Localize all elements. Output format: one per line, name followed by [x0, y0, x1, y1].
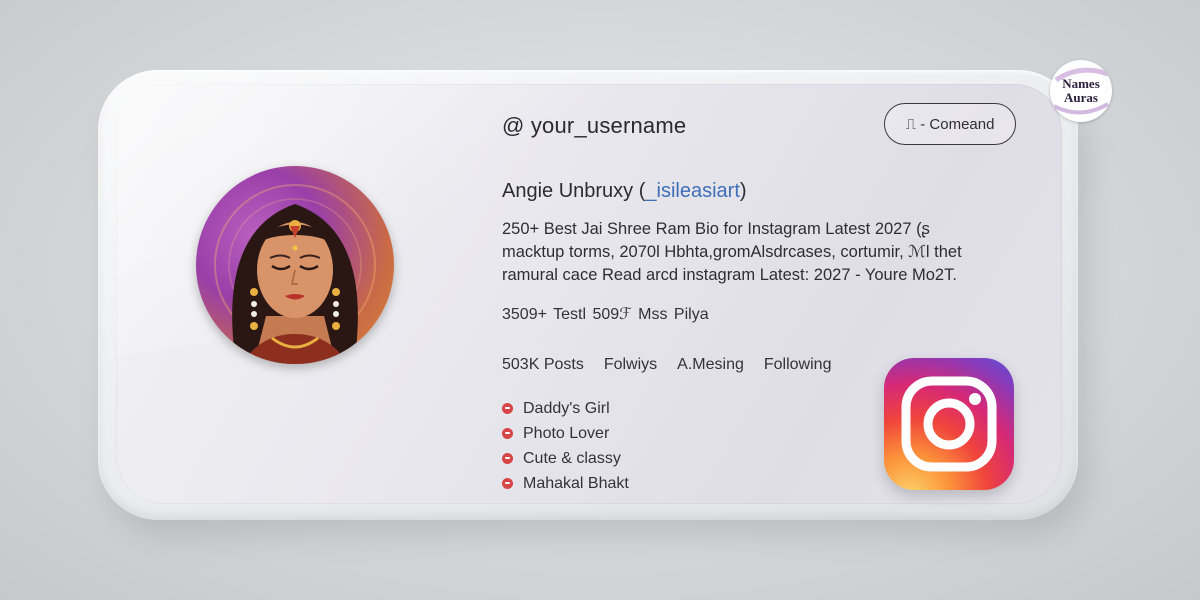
display-name-close: ) — [739, 180, 747, 202]
brand-badge-logo: Names Auras — [1050, 60, 1112, 122]
bio-text: 250+ Best Jai Shree Ram Bio for Instagra… — [502, 218, 1022, 287]
instagram-glyph-icon — [901, 376, 997, 472]
posts-count[interactable]: 503K Posts — [502, 356, 584, 374]
profile-avatar[interactable] — [196, 166, 394, 364]
profile-counts: 503K Posts Folwiys A.Mesing Following — [502, 356, 831, 374]
missing-count[interactable]: A.Mesing — [677, 356, 744, 374]
list-item: Cute & classy — [502, 446, 629, 471]
avatar-illustration — [214, 184, 376, 364]
display-name-tag[interactable]: _isileasiart — [645, 180, 739, 202]
username: @ your_username — [502, 113, 687, 138]
following-count[interactable]: Following — [764, 356, 832, 374]
stats-line: 3509+ Testl 509ℱ Mss Pilya — [502, 306, 709, 323]
command-button-label: ⎍ - Comeand — [905, 115, 995, 133]
list-item-label: Cute & classy — [523, 449, 621, 467]
red-dot-icon — [502, 403, 513, 414]
display-name: Angie Unbruxy (_isileasiart) — [502, 180, 747, 203]
red-dot-icon — [502, 428, 513, 439]
badge-line-2: Auras — [1064, 90, 1098, 105]
command-button[interactable]: ⎍ - Comeand — [884, 103, 1016, 145]
display-name-text: Angie Unbruxy ( — [502, 180, 646, 202]
bio-list: Daddy's Girl Photo Lover Cute & classy M… — [502, 396, 629, 496]
list-item: Daddy's Girl — [502, 396, 629, 421]
list-item-label: Photo Lover — [523, 424, 610, 442]
badge-line-1: Names — [1062, 76, 1100, 91]
bio-line: ramural cace Read arcd instagram Latest:… — [502, 266, 957, 284]
bio-line: macktup torms, 2070l Hbhta,gromAlsdrcase… — [502, 243, 962, 261]
list-item-label: Daddy's Girl — [523, 399, 610, 417]
instagram-logo-icon[interactable] — [884, 358, 1014, 490]
followers-count[interactable]: Folwiys — [604, 356, 657, 374]
list-item: Photo Lover — [502, 421, 629, 446]
list-item-label: Mahakal Bhakt — [523, 474, 629, 492]
red-dot-icon — [502, 478, 513, 489]
red-dot-icon — [502, 453, 513, 464]
bio-line: 250+ Best Jai Shree Ram Bio for Instagra… — [502, 220, 930, 238]
list-item: Mahakal Bhakt — [502, 471, 629, 496]
